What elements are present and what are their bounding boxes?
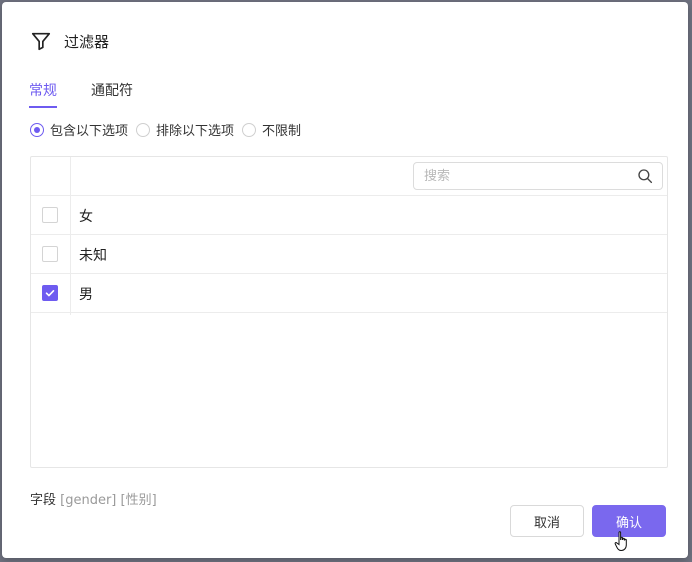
field-prefix: 字段 bbox=[30, 493, 57, 508]
search-input[interactable] bbox=[422, 163, 636, 189]
option-label: 未知 bbox=[79, 248, 107, 264]
search-box bbox=[413, 162, 663, 190]
table-row[interactable]: 男 bbox=[31, 274, 667, 313]
hand-cursor-icon bbox=[614, 531, 627, 551]
radio-dot bbox=[242, 122, 257, 137]
radio-dot bbox=[30, 122, 44, 137]
option-label: 女 bbox=[79, 209, 93, 225]
option-checkbox[interactable] bbox=[42, 246, 58, 262]
tab-bar: 常规 通配符 bbox=[29, 80, 133, 108]
table-row[interactable]: 女 bbox=[31, 196, 667, 235]
radio-unlimited-label: 不限制 bbox=[262, 124, 302, 139]
options-table: 女 未知 男 bbox=[30, 156, 668, 468]
check-icon bbox=[45, 290, 55, 297]
radio-unlimited[interactable]: 不限制 bbox=[242, 120, 301, 139]
search-icon[interactable] bbox=[636, 167, 654, 185]
table-row[interactable]: 未知 bbox=[31, 235, 667, 274]
radio-exclude[interactable]: 排除以下选项 bbox=[136, 120, 234, 139]
filter-dialog: 过滤器 常规 通配符 包含以下选项 排除以下选项 不限制 搜索 女 未知 男 字… bbox=[2, 2, 688, 558]
field-label: [性别] bbox=[120, 493, 157, 508]
table-header-row bbox=[31, 157, 667, 196]
field-name: [gender] bbox=[60, 493, 117, 508]
field-info: 字段 [gender] [性别] bbox=[30, 489, 157, 508]
cancel-button[interactable]: 取消 bbox=[510, 505, 584, 537]
radio-dot bbox=[136, 122, 151, 137]
dialog-header: 过滤器 bbox=[30, 28, 109, 54]
filter-mode-group: 包含以下选项 排除以下选项 不限制 bbox=[30, 120, 301, 139]
radio-exclude-label: 排除以下选项 bbox=[156, 124, 235, 139]
option-checkbox[interactable] bbox=[42, 207, 58, 223]
radio-include-label: 包含以下选项 bbox=[50, 124, 129, 139]
radio-include[interactable]: 包含以下选项 bbox=[30, 120, 128, 139]
option-checkbox[interactable] bbox=[42, 285, 58, 301]
filter-icon bbox=[31, 32, 51, 51]
dialog-title: 过滤器 bbox=[64, 32, 110, 51]
tab-wildcard[interactable]: 通配符 bbox=[91, 80, 133, 108]
option-label: 男 bbox=[79, 287, 93, 303]
tab-general[interactable]: 常规 bbox=[29, 80, 57, 108]
